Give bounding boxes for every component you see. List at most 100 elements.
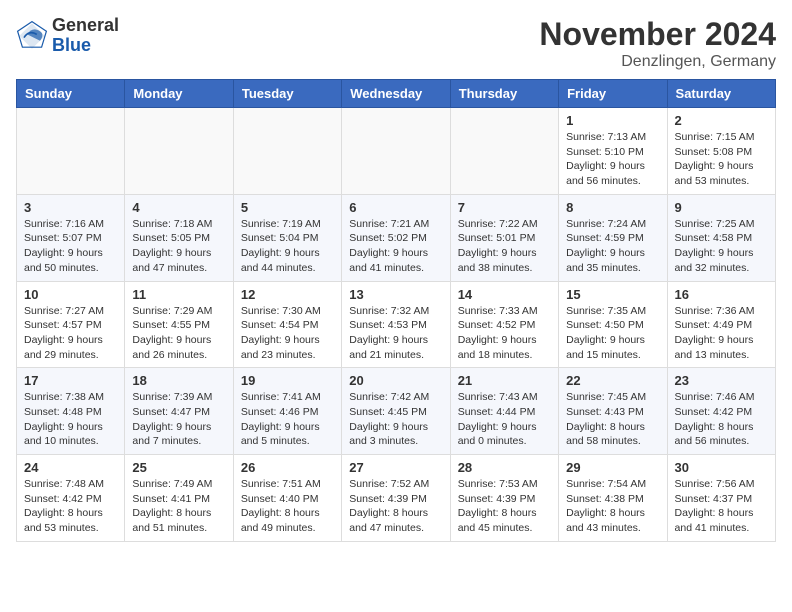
day-cell-26: 26Sunrise: 7:51 AM Sunset: 4:40 PM Dayli… — [233, 455, 341, 542]
day-cell-12: 12 Sunrise: 7:30 AM Sunset: 4:54 PM Dayli… — [233, 281, 341, 368]
day-info: Sunrise: 7:13 AM Sunset: 5:10 PM Dayligh… — [566, 130, 659, 189]
weekday-header-saturday: Saturday — [667, 80, 775, 108]
day-info: Sunrise: 7:22 AM Sunset: 5:01 PM Dayligh… — [458, 217, 551, 276]
day-info: Sunrise: 7:39 AM Sunset: 4:47 PM Dayligh… — [132, 390, 225, 449]
day-info: Sunrise: 7:46 AM Sunset: 4:42 PM Dayligh… — [675, 390, 768, 449]
weekday-header-wednesday: Wednesday — [342, 80, 450, 108]
day-info: Sunrise: 7:32 AM Sunset: 4:53 PM Dayligh… — [349, 304, 442, 363]
title-area: November 2024 Denzlingen, Germany — [539, 16, 776, 71]
day-info: Sunrise: 7:42 AM Sunset: 4:45 PM Dayligh… — [349, 390, 442, 449]
empty-cell — [17, 108, 125, 195]
day-number: 4 — [132, 200, 225, 215]
day-info: Sunrise: 7:53 AM Sunset: 4:39 PM Dayligh… — [458, 477, 551, 536]
logo-icon — [16, 20, 48, 52]
day-number: 25 — [132, 460, 225, 475]
day-info: Sunrise: 7:45 AM Sunset: 4:43 PM Dayligh… — [566, 390, 659, 449]
day-cell-22: 22 Sunrise: 7:45 AM Sunset: 4:43 PM Dayli… — [559, 368, 667, 455]
week-row-2: 3 Sunrise: 7:16 AM Sunset: 5:07 PM Daylig… — [17, 194, 776, 281]
logo-blue: Blue — [52, 35, 91, 55]
day-cell-19: 19 Sunrise: 7:41 AM Sunset: 4:46 PM Dayli… — [233, 368, 341, 455]
day-cell-6: 6Sunrise: 7:21 AM Sunset: 5:02 PM Daylig… — [342, 194, 450, 281]
day-number: 23 — [675, 373, 768, 388]
day-number: 24 — [24, 460, 117, 475]
location-title: Denzlingen, Germany — [539, 53, 776, 71]
day-cell-15: 15 Sunrise: 7:35 AM Sunset: 4:50 PM Dayli… — [559, 281, 667, 368]
day-info: Sunrise: 7:38 AM Sunset: 4:48 PM Dayligh… — [24, 390, 117, 449]
day-number: 28 — [458, 460, 551, 475]
day-number: 15 — [566, 287, 659, 302]
month-title: November 2024 — [539, 16, 776, 53]
weekday-header-monday: Monday — [125, 80, 233, 108]
day-number: 3 — [24, 200, 117, 215]
day-cell-13: 13 Sunrise: 7:32 AM Sunset: 4:53 PM Dayli… — [342, 281, 450, 368]
day-cell-8: 8 Sunrise: 7:24 AM Sunset: 4:59 PM Daylig… — [559, 194, 667, 281]
day-info: Sunrise: 7:49 AM Sunset: 4:41 PM Dayligh… — [132, 477, 225, 536]
page-header: General Blue November 2024 Denzlingen, G… — [16, 16, 776, 71]
day-info: Sunrise: 7:56 AM Sunset: 4:37 PM Dayligh… — [675, 477, 768, 536]
day-info: Sunrise: 7:35 AM Sunset: 4:50 PM Dayligh… — [566, 304, 659, 363]
day-info: Sunrise: 7:54 AM Sunset: 4:38 PM Dayligh… — [566, 477, 659, 536]
week-row-1: 1 Sunrise: 7:13 AM Sunset: 5:10 PM Daylig… — [17, 108, 776, 195]
day-number: 17 — [24, 373, 117, 388]
weekday-header-tuesday: Tuesday — [233, 80, 341, 108]
weekday-header-thursday: Thursday — [450, 80, 558, 108]
day-number: 19 — [241, 373, 334, 388]
day-info: Sunrise: 7:19 AM Sunset: 5:04 PM Dayligh… — [241, 217, 334, 276]
day-info: Sunrise: 7:41 AM Sunset: 4:46 PM Dayligh… — [241, 390, 334, 449]
day-info: Sunrise: 7:36 AM Sunset: 4:49 PM Dayligh… — [675, 304, 768, 363]
calendar-header: SundayMondayTuesdayWednesdayThursdayFrid… — [17, 80, 776, 108]
day-cell-14: 14 Sunrise: 7:33 AM Sunset: 4:52 PM Dayli… — [450, 281, 558, 368]
day-number: 13 — [349, 287, 442, 302]
day-cell-27: 27 Sunrise: 7:52 AM Sunset: 4:39 PM Dayli… — [342, 455, 450, 542]
day-cell-20: 20 Sunrise: 7:42 AM Sunset: 4:45 PM Dayli… — [342, 368, 450, 455]
day-info: Sunrise: 7:30 AM Sunset: 4:54 PM Dayligh… — [241, 304, 334, 363]
day-cell-16: 16Sunrise: 7:36 AM Sunset: 4:49 PM Dayli… — [667, 281, 775, 368]
logo: General Blue — [16, 16, 119, 56]
day-number: 18 — [132, 373, 225, 388]
day-number: 8 — [566, 200, 659, 215]
day-cell-2: 2Sunrise: 7:15 AM Sunset: 5:08 PM Daylig… — [667, 108, 775, 195]
day-number: 29 — [566, 460, 659, 475]
day-number: 5 — [241, 200, 334, 215]
day-number: 20 — [349, 373, 442, 388]
day-cell-17: 17 Sunrise: 7:38 AM Sunset: 4:48 PM Dayli… — [17, 368, 125, 455]
day-cell-28: 28 Sunrise: 7:53 AM Sunset: 4:39 PM Dayli… — [450, 455, 558, 542]
day-number: 22 — [566, 373, 659, 388]
day-info: Sunrise: 7:24 AM Sunset: 4:59 PM Dayligh… — [566, 217, 659, 276]
day-info: Sunrise: 7:29 AM Sunset: 4:55 PM Dayligh… — [132, 304, 225, 363]
week-row-3: 10Sunrise: 7:27 AM Sunset: 4:57 PM Dayli… — [17, 281, 776, 368]
day-number: 11 — [132, 287, 225, 302]
day-cell-30: 30 Sunrise: 7:56 AM Sunset: 4:37 PM Dayli… — [667, 455, 775, 542]
day-cell-1: 1 Sunrise: 7:13 AM Sunset: 5:10 PM Daylig… — [559, 108, 667, 195]
day-info: Sunrise: 7:16 AM Sunset: 5:07 PM Dayligh… — [24, 217, 117, 276]
day-info: Sunrise: 7:43 AM Sunset: 4:44 PM Dayligh… — [458, 390, 551, 449]
week-row-4: 17 Sunrise: 7:38 AM Sunset: 4:48 PM Dayli… — [17, 368, 776, 455]
empty-cell — [450, 108, 558, 195]
weekday-header-friday: Friday — [559, 80, 667, 108]
day-number: 1 — [566, 113, 659, 128]
day-number: 6 — [349, 200, 442, 215]
day-info: Sunrise: 7:27 AM Sunset: 4:57 PM Dayligh… — [24, 304, 117, 363]
weekday-header-sunday: Sunday — [17, 80, 125, 108]
weekday-header-row: SundayMondayTuesdayWednesdayThursdayFrid… — [17, 80, 776, 108]
day-info: Sunrise: 7:51 AM Sunset: 4:40 PM Dayligh… — [241, 477, 334, 536]
day-cell-29: 29 Sunrise: 7:54 AM Sunset: 4:38 PM Dayli… — [559, 455, 667, 542]
day-cell-9: 9Sunrise: 7:25 AM Sunset: 4:58 PM Daylig… — [667, 194, 775, 281]
day-number: 14 — [458, 287, 551, 302]
day-info: Sunrise: 7:52 AM Sunset: 4:39 PM Dayligh… — [349, 477, 442, 536]
day-number: 2 — [675, 113, 768, 128]
day-number: 12 — [241, 287, 334, 302]
day-number: 7 — [458, 200, 551, 215]
empty-cell — [125, 108, 233, 195]
day-number: 9 — [675, 200, 768, 215]
day-number: 27 — [349, 460, 442, 475]
logo-text: General Blue — [52, 16, 119, 56]
calendar-body: 1 Sunrise: 7:13 AM Sunset: 5:10 PM Daylig… — [17, 108, 776, 542]
day-info: Sunrise: 7:33 AM Sunset: 4:52 PM Dayligh… — [458, 304, 551, 363]
day-cell-10: 10Sunrise: 7:27 AM Sunset: 4:57 PM Dayli… — [17, 281, 125, 368]
day-cell-21: 21 Sunrise: 7:43 AM Sunset: 4:44 PM Dayli… — [450, 368, 558, 455]
day-info: Sunrise: 7:48 AM Sunset: 4:42 PM Dayligh… — [24, 477, 117, 536]
week-row-5: 24 Sunrise: 7:48 AM Sunset: 4:42 PM Dayli… — [17, 455, 776, 542]
day-number: 30 — [675, 460, 768, 475]
day-number: 21 — [458, 373, 551, 388]
